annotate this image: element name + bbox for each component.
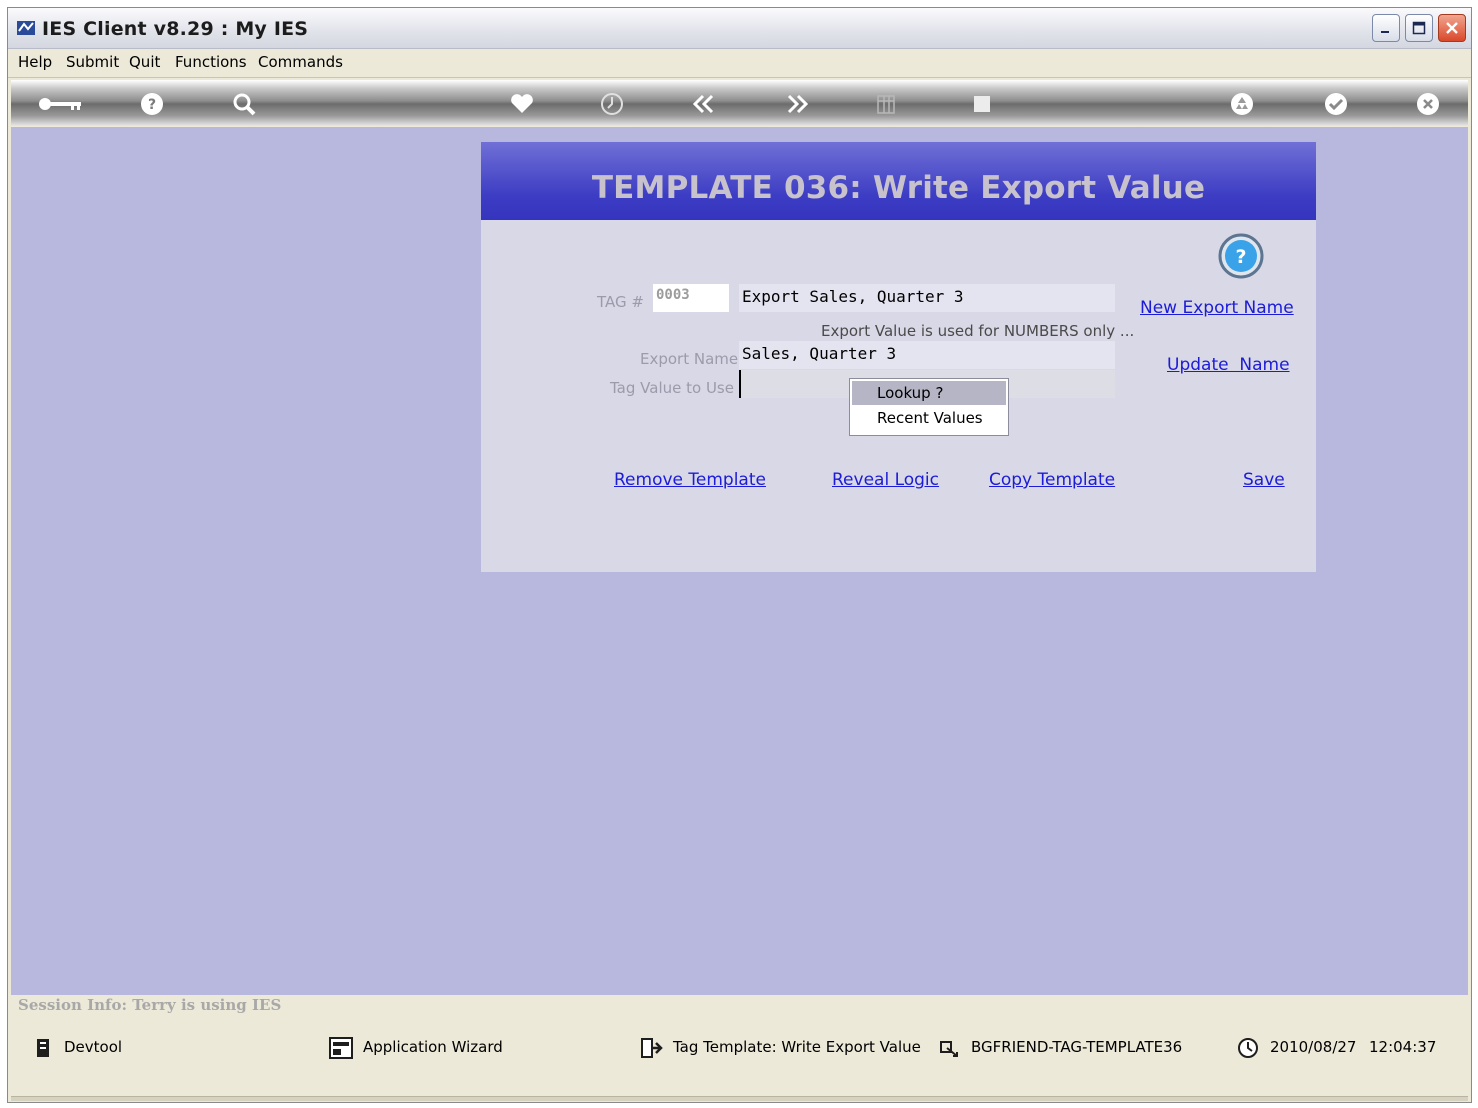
tag-description-field[interactable]: Export Sales, Quarter 3 bbox=[739, 284, 1115, 312]
status-bar: Devtool Application Wizard Tag Template:… bbox=[11, 1018, 1468, 1096]
minimize-icon bbox=[1381, 31, 1389, 33]
status-time: 12:04:37 bbox=[1369, 1038, 1437, 1056]
maximize-icon bbox=[1412, 21, 1426, 35]
tag-template-icon bbox=[641, 1038, 663, 1058]
tag-number-field[interactable]: 0003 bbox=[653, 284, 729, 312]
close-button[interactable] bbox=[1438, 14, 1466, 42]
panel-header: TEMPLATE 036: Write Export Value bbox=[481, 142, 1316, 220]
toolbar: ? bbox=[11, 80, 1468, 126]
copy-template-link[interactable]: Copy Template bbox=[989, 470, 1115, 490]
window-title: IES Client v8.29 : My IES bbox=[42, 18, 309, 40]
reveal-logic-link[interactable]: Reveal Logic bbox=[832, 470, 939, 490]
svg-text:?: ? bbox=[1235, 246, 1246, 268]
clock-icon bbox=[1238, 1038, 1258, 1058]
template-id-label[interactable]: BGFRIEND-TAG-TEMPLATE36 bbox=[971, 1038, 1182, 1056]
menu-bar: Help Submit Quit Functions Commands bbox=[8, 49, 1471, 78]
export-name-field[interactable]: Sales, Quarter 3 bbox=[739, 341, 1115, 369]
stop-icon[interactable] bbox=[969, 91, 995, 117]
export-name-label: Export Name bbox=[640, 350, 739, 368]
tag-label: TAG # bbox=[597, 293, 644, 311]
devtool-icon bbox=[37, 1039, 49, 1057]
template-link-icon bbox=[940, 1041, 958, 1057]
close-icon bbox=[1446, 22, 1458, 34]
menu-commands[interactable]: Commands bbox=[258, 53, 343, 71]
tag-template-label[interactable]: Tag Template: Write Export Value bbox=[673, 1038, 921, 1056]
window-bottom-edge bbox=[11, 1096, 1468, 1101]
wizard-icon bbox=[329, 1037, 353, 1059]
help-icon[interactable]: ? bbox=[139, 91, 165, 117]
grid-icon[interactable] bbox=[873, 91, 899, 117]
heart-icon[interactable] bbox=[509, 91, 535, 117]
menu-help[interactable]: Help bbox=[18, 53, 52, 71]
rewind-icon[interactable] bbox=[691, 91, 717, 117]
panel-title: TEMPLATE 036: Write Export Value bbox=[591, 170, 1206, 206]
value-options-popup: Lookup ? Recent Values bbox=[849, 378, 1009, 436]
recycle-icon[interactable] bbox=[1229, 91, 1255, 117]
template-panel: TEMPLATE 036: Write Export Value ? TAG #… bbox=[481, 142, 1316, 572]
remove-template-link[interactable]: Remove Template bbox=[614, 470, 766, 490]
check-icon[interactable] bbox=[1323, 91, 1349, 117]
numbers-note: Export Value is used for NUMBERS only ..… bbox=[821, 322, 1135, 340]
search-icon[interactable] bbox=[231, 91, 257, 117]
popup-item-lookup[interactable]: Lookup ? bbox=[852, 381, 1006, 405]
update-name-link[interactable]: Update Name bbox=[1167, 355, 1290, 375]
clock-icon[interactable] bbox=[599, 91, 625, 117]
session-bar: Session Info: Terry is using IES bbox=[11, 995, 1468, 1017]
title-bar[interactable]: IES Client v8.29 : My IES bbox=[8, 8, 1471, 49]
main-area: TEMPLATE 036: Write Export Value ? TAG #… bbox=[11, 127, 1468, 995]
devtool-label[interactable]: Devtool bbox=[64, 1038, 122, 1056]
svg-text:?: ? bbox=[148, 97, 156, 113]
menu-functions[interactable]: Functions bbox=[175, 53, 247, 71]
maximize-button[interactable] bbox=[1405, 14, 1433, 42]
status-date: 2010/08/27 bbox=[1270, 1038, 1357, 1056]
session-info: Session Info: Terry is using IES bbox=[18, 996, 282, 1014]
app-wizard-label[interactable]: Application Wizard bbox=[363, 1038, 503, 1056]
new-export-name-link[interactable]: New Export Name bbox=[1140, 298, 1294, 318]
save-link[interactable]: Save bbox=[1243, 470, 1285, 490]
forward-icon[interactable] bbox=[784, 91, 810, 117]
help-icon[interactable]: ? bbox=[1218, 233, 1264, 279]
menu-quit[interactable]: Quit bbox=[129, 53, 160, 71]
menu-submit[interactable]: Submit bbox=[66, 53, 119, 71]
key-icon[interactable] bbox=[37, 91, 87, 117]
tag-value-label: Tag Value to Use bbox=[610, 379, 734, 397]
app-window: IES Client v8.29 : My IES Help Submit Qu… bbox=[7, 7, 1472, 1103]
app-logo-icon bbox=[17, 21, 35, 35]
popup-item-recent-values[interactable]: Recent Values bbox=[852, 406, 1006, 430]
close-icon[interactable] bbox=[1415, 91, 1441, 117]
minimize-button[interactable] bbox=[1372, 14, 1400, 42]
